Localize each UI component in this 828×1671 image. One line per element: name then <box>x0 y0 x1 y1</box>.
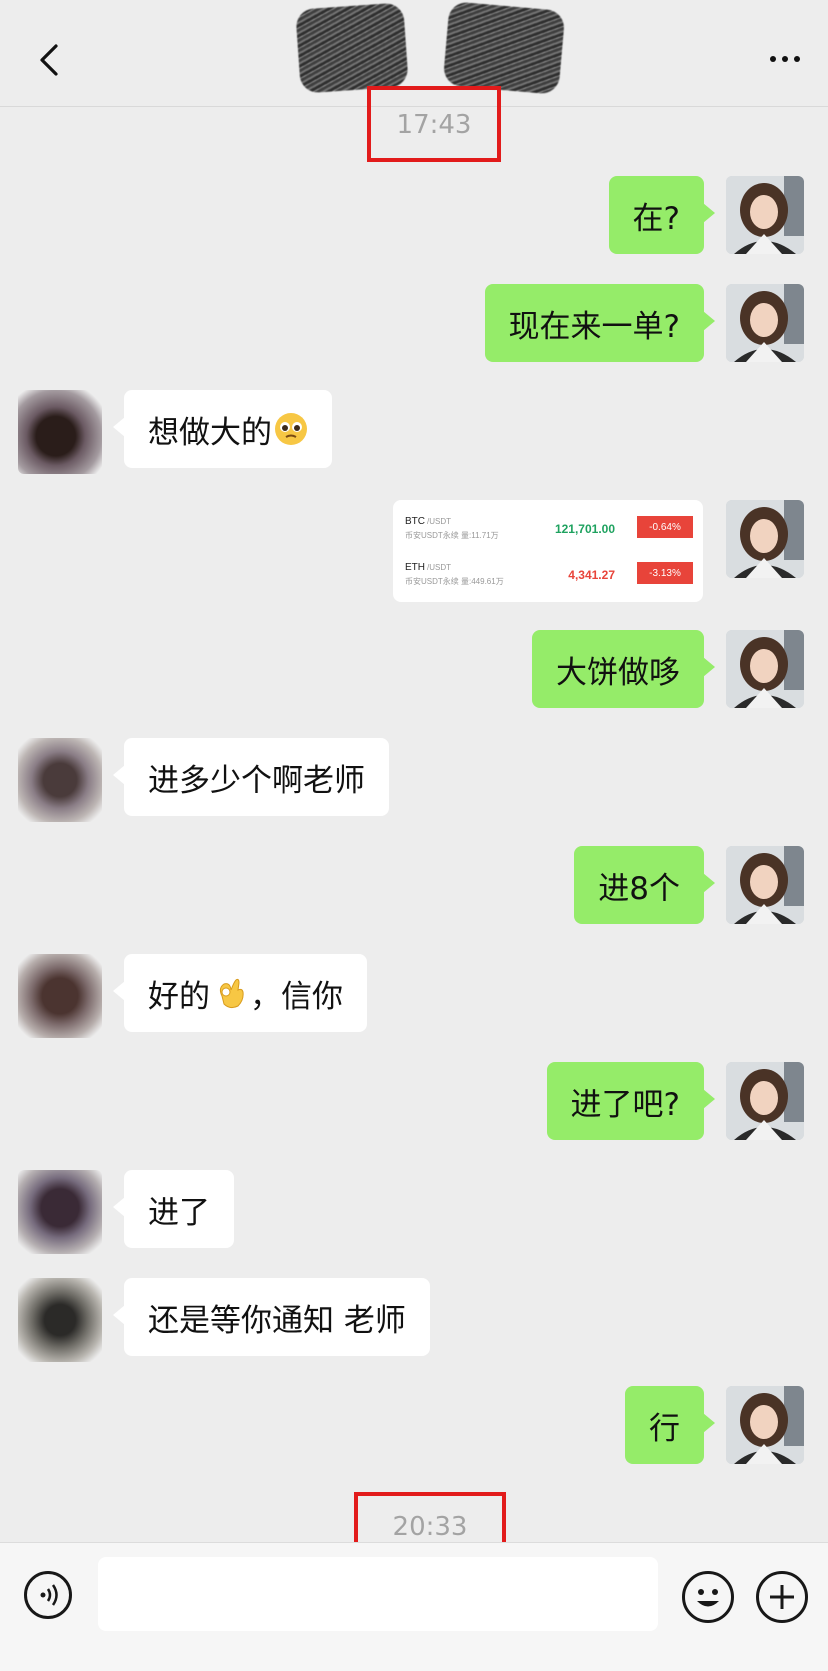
plus-icon[interactable] <box>756 1571 808 1623</box>
message-text: 现在来一单? <box>508 308 680 345</box>
pair: /USDT <box>427 517 451 526</box>
symbol: BTC <box>405 516 425 527</box>
message-text: 进多少个啊老师 <box>148 762 365 799</box>
message-bubble[interactable]: 大饼做哆 <box>532 630 715 708</box>
timestamp: 17:43 <box>396 110 472 140</box>
redacted-avatar[interactable] <box>18 954 102 1038</box>
message-bubble[interactable]: 进8个 <box>574 846 715 924</box>
message-text: ，信你 <box>250 978 343 1015</box>
message-text: 大饼做哆 <box>556 654 680 691</box>
market-quote-card[interactable]: BTC/USDT 币安USDT永续 量:11.71万 121,701.00 -0… <box>393 500 703 602</box>
avatar[interactable] <box>726 1062 804 1140</box>
avatar[interactable] <box>726 176 804 254</box>
message-text: 想做大的 <box>148 414 272 451</box>
ok-hand-icon <box>214 976 246 1010</box>
avatar[interactable] <box>726 630 804 708</box>
redacted-avatar[interactable] <box>18 1170 102 1254</box>
timestamp: 20:33 <box>392 1512 468 1542</box>
redacted-avatar[interactable] <box>18 738 102 822</box>
message-bubble[interactable]: 好的 ，信你 <box>113 954 367 1032</box>
price: 4,341.27 <box>568 568 615 582</box>
message-bubble[interactable]: 还是等你通知 老师 <box>113 1278 430 1356</box>
avatar[interactable] <box>726 1386 804 1464</box>
redacted-avatar[interactable] <box>18 1278 102 1362</box>
message-bubble[interactable]: 现在来一单? <box>484 284 716 362</box>
quote-row: BTC/USDT 币安USDT永续 量:11.71万 121,701.00 -0… <box>405 516 693 552</box>
redacted-contact-name-part <box>442 1 566 95</box>
voice-icon[interactable] <box>24 1571 72 1619</box>
more-dots-icon[interactable] <box>770 56 800 62</box>
message-text: 进8个 <box>598 870 680 907</box>
message-text: 行 <box>649 1410 680 1447</box>
redacted-avatar[interactable] <box>18 390 102 474</box>
message-bubble[interactable]: 进了吧? <box>546 1062 716 1140</box>
message-text: 好的 <box>148 978 210 1015</box>
quote-row: ETH/USDT 币安USDT永续 量:449.61万 4,341.27 -3.… <box>405 562 693 598</box>
message-bubble[interactable]: 行 <box>625 1386 715 1464</box>
message-bubble[interactable]: 进了 <box>113 1170 234 1248</box>
chevron-left-icon[interactable] <box>30 40 70 80</box>
message-bubble[interactable]: 进多少个啊老师 <box>113 738 389 816</box>
message-input[interactable] <box>98 1557 658 1631</box>
message-text: 在? <box>632 200 680 237</box>
volume-info: 币安USDT永续 量:449.61万 <box>405 577 504 586</box>
input-bar <box>0 1542 828 1671</box>
message-bubble[interactable]: 想做大的 <box>113 390 332 468</box>
symbol: ETH <box>405 562 425 573</box>
pair: /USDT <box>427 563 451 572</box>
avatar[interactable] <box>726 284 804 362</box>
avatar[interactable] <box>726 500 804 578</box>
price: 121,701.00 <box>554 522 615 536</box>
change-badge: -3.13% <box>637 562 693 584</box>
volume-info: 币安USDT永续 量:11.71万 <box>405 531 499 540</box>
message-text: 进了 <box>148 1194 210 1231</box>
message-text: 还是等你通知 老师 <box>148 1302 406 1339</box>
avatar[interactable] <box>726 846 804 924</box>
emoji-icon[interactable] <box>682 1571 734 1623</box>
message-text: 进了吧? <box>570 1086 680 1123</box>
change-badge: -0.64% <box>637 516 693 538</box>
message-bubble[interactable]: 在? <box>608 176 716 254</box>
redacted-contact-name <box>295 2 409 94</box>
pleading-face-icon <box>274 412 308 446</box>
